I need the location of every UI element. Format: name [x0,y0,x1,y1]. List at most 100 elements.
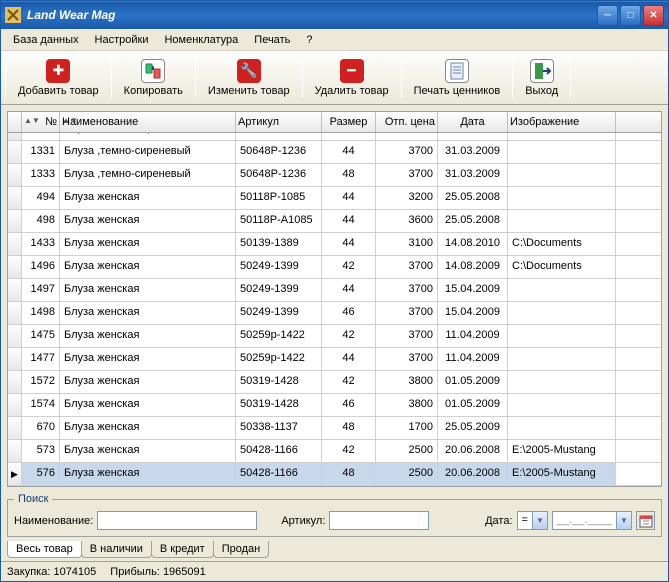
maximize-button[interactable]: □ [620,5,641,26]
chevron-down-icon: ▼ [616,512,631,529]
cell-name: Блуза женская [60,233,236,255]
menu-database[interactable]: База данных [5,31,87,49]
cell-image [508,394,616,416]
table-row[interactable]: 1497Блуза женская50249-139944370015.04.2… [8,279,661,302]
table-row[interactable]: 1477Блуза женская50259p-142244370011.04.… [8,348,661,371]
plus-icon: ✚ [46,59,70,83]
window-title: Land Wear Mag [27,8,597,22]
cell-name: Блуза ,темно-сиреневый [60,164,236,186]
table-row[interactable]: 1572Блуза женская50319-142842380001.05.2… [8,371,661,394]
app-window: Land Wear Mag ─ □ ✕ База данных Настройк… [0,0,669,582]
cell-name: Блуза женская [60,394,236,416]
cell-price: 3700 [376,302,438,324]
cell-image [508,348,616,370]
cell-number: 1274 [22,133,60,140]
grid-body[interactable]: 1274Блуза женская,красная набивка50668P-… [8,133,661,486]
row-indicator [8,348,22,370]
cell-size: 46 [322,302,376,324]
cell-name: Блуза женская [60,348,236,370]
table-row[interactable]: 1475Блуза женская50259p-142242370011.04.… [8,325,661,348]
table-row[interactable]: 1274Блуза женская,красная набивка50668P-… [8,133,661,141]
search-op-combo[interactable]: =▼ [517,511,548,530]
cell-name: Блуза женская [60,187,236,209]
table-row[interactable]: 1574Блуза женская50319-142846380001.05.2… [8,394,661,417]
search-article-label: Артикул: [281,515,325,527]
cell-article: 50259p-1422 [236,348,322,370]
cell-date: 11.04.2009 [438,325,508,347]
menu-help[interactable]: ? [298,31,320,49]
col-header-size[interactable]: Размер [322,112,376,132]
minimize-button[interactable]: ─ [597,5,618,26]
table-row[interactable]: 1496Блуза женская50249-139942370014.08.2… [8,256,661,279]
cell-article: 50319-1428 [236,394,322,416]
table-row[interactable]: 670Блуза женская50338-113748170025.05.20… [8,417,661,440]
exit-button[interactable]: Выход [517,54,566,102]
table-row[interactable]: 1333Блуза ,темно-сиреневый50648P-1236483… [8,164,661,187]
copy-button[interactable]: Копировать [116,54,191,102]
row-indicator [8,417,22,439]
cell-name: Блуза женская [60,279,236,301]
cell-price: 3600 [376,210,438,232]
search-date-picker-button[interactable] [636,511,655,530]
print-pricetags-button[interactable]: Печать ценников [406,54,509,102]
table-row[interactable]: 1433Блуза женская50139-138944310014.08.2… [8,233,661,256]
tab-sold[interactable]: Продан [213,541,270,558]
cell-size: 46 [322,133,376,140]
cell-date: 25.05.2008 [438,187,508,209]
tab-credit[interactable]: В кредит [151,541,214,558]
table-row[interactable]: 1331Блуза ,темно-сиреневый50648P-1236443… [8,141,661,164]
menu-settings[interactable]: Настройки [87,31,157,49]
table-row[interactable]: 1498Блуза женская50249-139946370015.04.2… [8,302,661,325]
cell-price: 3700 [376,279,438,301]
cell-image: C:\Documents [508,233,616,255]
cell-size: 44 [322,348,376,370]
cell-price: 1700 [376,417,438,439]
col-header-price[interactable]: Отп. цена [376,112,438,132]
app-icon [5,7,21,23]
cell-price: 2800 [376,133,438,140]
row-indicator [8,233,22,255]
col-header-name[interactable]: ▲▼Наименование [60,112,236,132]
cell-article: 50668P-1293 [236,133,322,140]
delete-item-button[interactable]: ━ Удалить товар [307,54,397,102]
cell-number: 573 [22,440,60,462]
cell-image [508,164,616,186]
table-row[interactable]: 498Блуза женская50118P-A108544360025.05.… [8,210,661,233]
cell-number: 1574 [22,394,60,416]
cell-article: 50648P-1236 [236,164,322,186]
cell-date: 14.08.2009 [438,256,508,278]
menu-nomenclature[interactable]: Номенклатура [156,31,246,49]
close-button[interactable]: ✕ [643,5,664,26]
search-article-input[interactable] [329,511,429,530]
cell-date: 15.04.2009 [438,302,508,324]
cell-name: Блуза женская [60,256,236,278]
copy-icon [141,59,165,83]
search-date-combo[interactable]: __.__.____▼ [552,511,632,530]
row-indicator [8,210,22,232]
cell-article: 50428-1166 [236,463,322,485]
cell-name: Блуза женская [60,463,236,485]
tab-instock[interactable]: В наличии [81,541,152,558]
col-header-article[interactable]: Артикул [236,112,322,132]
table-row[interactable]: 494Блуза женская50118P-108544320025.05.2… [8,187,661,210]
edit-item-button[interactable]: 🔧 Изменить товар [200,54,298,102]
search-name-input[interactable] [97,511,257,530]
cell-price: 3800 [376,371,438,393]
cell-image [508,325,616,347]
table-row[interactable]: ▶576Блуза женская50428-116648250020.06.2… [8,463,661,486]
col-header-date[interactable]: Дата [438,112,508,132]
row-indicator [8,133,22,140]
cell-article: 50249-1399 [236,279,322,301]
col-header-number[interactable]: ▲▼№ [22,112,60,132]
exit-icon [530,59,554,83]
wrench-icon: 🔧 [237,59,261,83]
cell-image: E:\2005-Mustang [508,463,616,485]
menu-print[interactable]: Печать [246,31,298,49]
cell-number: 1331 [22,141,60,163]
add-item-button[interactable]: ✚ Добавить товар [10,54,107,102]
table-row[interactable]: 573Блуза женская50428-116642250020.06.20… [8,440,661,463]
tab-all[interactable]: Весь товар [7,541,82,558]
col-header-image[interactable]: Изображение [508,112,616,132]
cell-date: 11.04.2009 [438,348,508,370]
cell-price: 2500 [376,440,438,462]
